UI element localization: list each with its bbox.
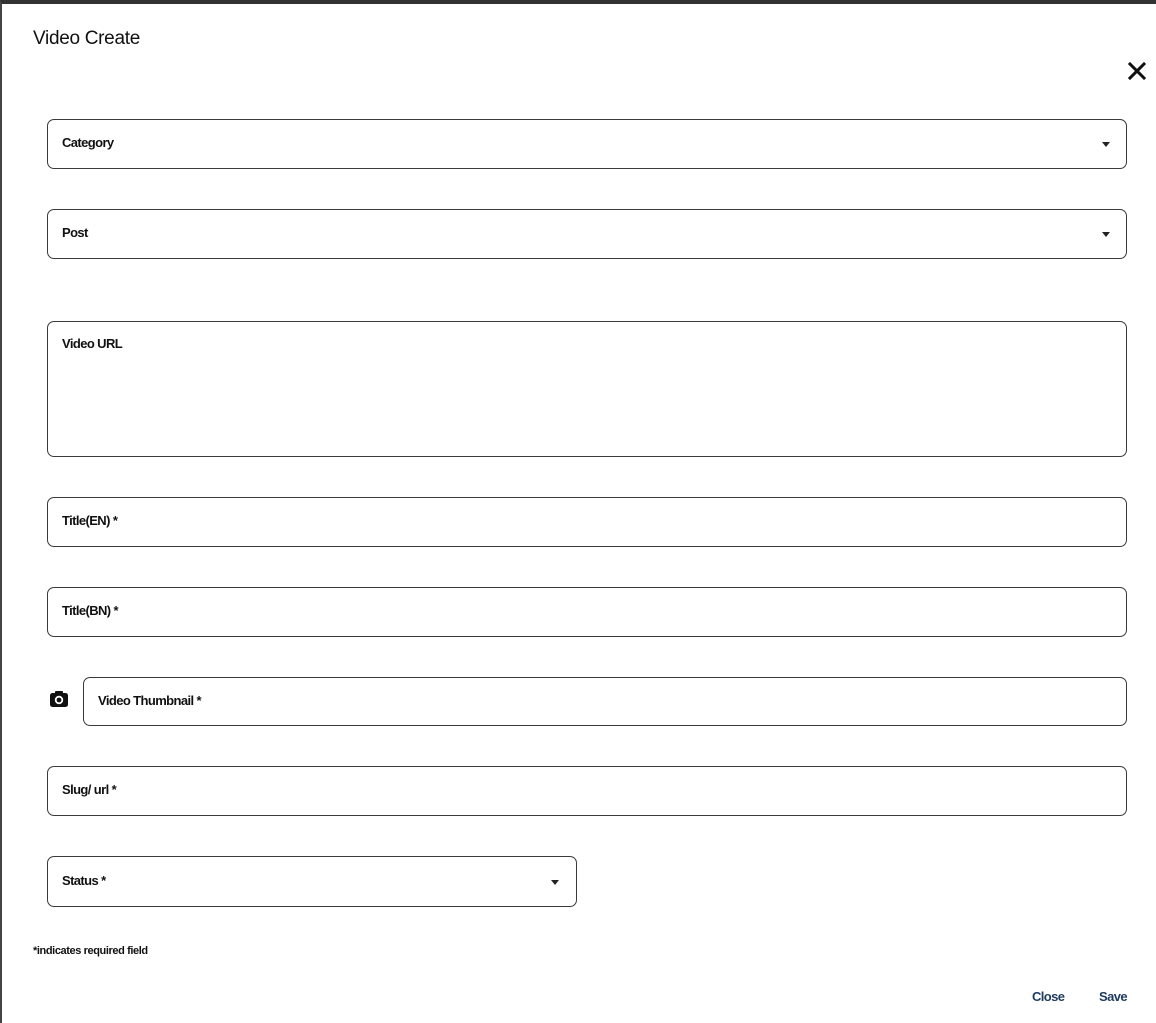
video-url-textarea[interactable]: Video URL	[47, 321, 1127, 457]
close-button[interactable]: Close	[1032, 989, 1065, 1004]
title-bn-label: Title(BN) *	[62, 603, 119, 618]
slug-input[interactable]: Slug/ url *	[47, 766, 1127, 816]
post-select[interactable]: Post	[47, 209, 1127, 259]
status-label: Status *	[62, 873, 106, 888]
category-select[interactable]: Category	[47, 119, 1127, 169]
video-thumbnail-input[interactable]: Video Thumbnail *	[83, 677, 1127, 726]
status-select[interactable]: Status *	[47, 856, 577, 907]
dialog-title: Video Create	[33, 28, 140, 49]
post-label: Post	[62, 225, 88, 240]
video-thumbnail-label: Video Thumbnail *	[98, 693, 202, 708]
title-bn-input[interactable]: Title(BN) *	[47, 587, 1127, 637]
chevron-down-icon	[551, 880, 559, 885]
title-en-label: Title(EN) *	[62, 513, 118, 528]
slug-label: Slug/ url *	[62, 782, 117, 797]
close-icon[interactable]	[1126, 60, 1148, 82]
camera-icon[interactable]	[49, 690, 69, 708]
category-label: Category	[62, 135, 114, 150]
video-url-label: Video URL	[62, 336, 123, 351]
title-en-input[interactable]: Title(EN) *	[47, 497, 1127, 547]
chevron-down-icon	[1102, 232, 1110, 237]
save-button[interactable]: Save	[1099, 989, 1128, 1004]
chevron-down-icon	[1102, 142, 1110, 147]
required-field-note: *indicates required field	[33, 945, 148, 957]
video-create-dialog: Video Create Category Post Video URL Tit…	[0, 0, 1156, 1023]
